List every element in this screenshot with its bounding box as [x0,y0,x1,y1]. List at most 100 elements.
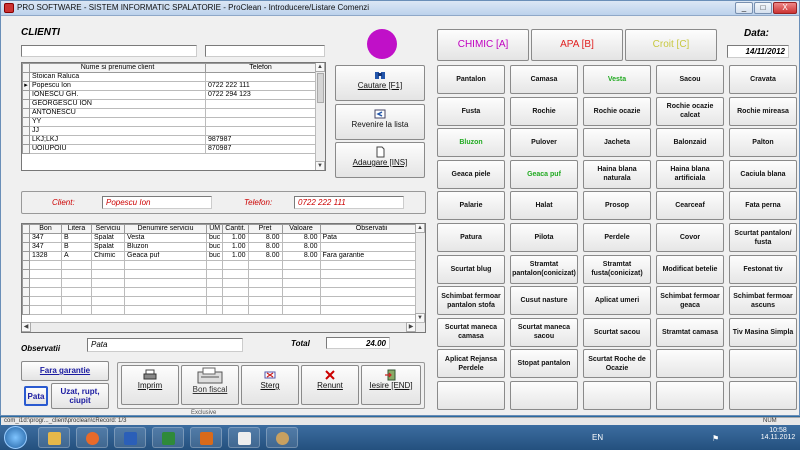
order-cell[interactable] [319,242,424,252]
order-cell-empty[interactable] [319,260,424,270]
service-button[interactable]: Pantalon [437,65,505,94]
service-button[interactable]: Covor [656,223,724,252]
service-button[interactable]: Scurtat blug [437,254,505,284]
service-button[interactable]: Camasa [510,65,578,94]
scroll-up-arrow[interactable]: ▲ [415,224,425,233]
order-row-empty[interactable] [22,278,424,288]
order-cell-empty[interactable] [281,278,321,288]
order-row-empty[interactable] [22,287,424,297]
order-cell-empty[interactable] [124,287,207,297]
order-cell-empty[interactable] [61,278,92,288]
order-cell-empty[interactable] [222,269,249,279]
order-cell[interactable]: 8.00 [247,233,283,243]
order-cell-empty[interactable] [29,269,62,279]
service-button[interactable]: Prosop [583,191,651,221]
search-name-input[interactable] [21,45,197,57]
row-indicator[interactable] [22,108,30,118]
order-cell-empty[interactable] [222,260,249,270]
observatii-input[interactable]: Pata [87,338,243,352]
client-name-cell[interactable]: Popescu Ion [29,81,206,91]
service-button-empty[interactable] [656,349,724,379]
order-cell[interactable]: Spalat [91,233,125,243]
scroll-down-arrow[interactable]: ▼ [315,161,325,170]
service-button[interactable]: Fata perna [729,191,797,221]
clients-vscroll[interactable]: ▲ ▼ [315,63,325,170]
search-client-button[interactable]: Cautare [F1] [335,65,425,101]
client-row[interactable]: LKJ;LKJ 987987 [22,135,316,145]
delete-button[interactable]: Sterg [241,365,299,405]
scroll-up-arrow[interactable]: ▲ [315,63,325,72]
service-button[interactable]: Cearceaf [656,191,724,221]
order-cell[interactable]: Spalat [91,242,125,252]
orders-col-header[interactable]: Denumire serviciu [124,224,207,234]
order-cell[interactable]: 8.00 [247,251,283,261]
order-cell-empty[interactable] [247,296,283,306]
tray-flag-icon[interactable]: ⚑ [712,434,719,443]
service-button[interactable]: Schimbat fermoar pantalon stofa [437,286,505,316]
order-cell-empty[interactable] [22,269,30,279]
service-button[interactable]: Perdele [583,223,651,252]
row-indicator[interactable] [22,117,30,127]
minimize-button[interactable]: _ [735,2,753,14]
client-row[interactable]: IONESCU GH. 0722 294 123 [22,90,316,100]
service-button[interactable]: Patura [437,223,505,252]
order-cell-empty[interactable] [319,296,424,306]
order-cell[interactable]: 347 [29,242,62,252]
service-button-empty[interactable] [729,381,797,410]
row-indicator[interactable] [22,233,30,243]
order-cell-empty[interactable] [205,287,224,297]
client-phone-cell[interactable] [205,108,316,118]
service-button[interactable]: Rochie [510,96,578,126]
orders-col-header[interactable]: UM [205,224,224,234]
order-cell-empty[interactable] [124,305,207,315]
order-cell[interactable]: 347 [29,233,62,243]
service-button[interactable]: Modificat betelie [656,254,724,284]
client-row[interactable]: GEORGESCU ION [22,99,316,109]
orders-col-header[interactable]: Litera [61,224,92,234]
client-row[interactable]: YY [22,117,316,127]
order-cell-empty[interactable] [222,287,249,297]
order-cell-empty[interactable] [61,287,92,297]
order-cell[interactable]: Pata [319,233,424,243]
order-cell-empty[interactable] [222,305,249,315]
order-cell[interactable]: 8.00 [281,242,321,252]
order-cell[interactable]: Bluzon [124,242,207,252]
pata-button[interactable]: Pata [24,386,48,406]
order-row-empty[interactable] [22,296,424,306]
service-button-empty[interactable] [510,381,578,410]
client-phone-cell[interactable]: 870987 [205,144,316,154]
client-row[interactable]: ANTONESCU [22,108,316,118]
orders-hscroll[interactable]: ◀ ▶ [22,322,425,332]
order-cell-empty[interactable] [205,260,224,270]
order-cell-empty[interactable] [22,278,30,288]
order-cell-empty[interactable] [247,278,283,288]
service-button[interactable]: Pulover [510,128,578,158]
order-cell[interactable]: Geaca puf [124,251,207,261]
order-cell-empty[interactable] [319,278,424,288]
taskbar-java-icon[interactable] [228,427,260,448]
order-cell-empty[interactable] [61,260,92,270]
row-indicator[interactable] [22,72,30,82]
order-cell-empty[interactable] [91,287,125,297]
order-cell-empty[interactable] [124,278,207,288]
order-cell[interactable]: Fara garantie [319,251,424,261]
service-button[interactable]: Cravata [729,65,797,94]
order-cell-empty[interactable] [222,296,249,306]
orders-col-header[interactable]: Cantit. [222,224,249,234]
client-name-cell[interactable]: Stoican Raluca [29,72,206,82]
row-indicator[interactable] [22,90,30,100]
service-button[interactable]: Rochie ocazie [583,96,651,126]
order-cell-empty[interactable] [205,296,224,306]
order-cell-empty[interactable] [29,260,62,270]
order-cell-empty[interactable] [22,305,30,315]
client-phone-cell[interactable] [205,126,316,136]
client-row[interactable]: JJ [22,126,316,136]
taskbar-explorer-icon[interactable] [38,427,70,448]
orders-col-header[interactable]: Pret [247,224,283,234]
client-row[interactable]: UOIUPOIU 870987 [22,144,316,154]
order-cell-empty[interactable] [205,305,224,315]
service-button[interactable]: Aplicat umeri [583,286,651,316]
service-button[interactable]: Haina blana naturala [583,159,651,189]
order-cell-empty[interactable] [247,269,283,279]
order-cell-empty[interactable] [281,305,321,315]
